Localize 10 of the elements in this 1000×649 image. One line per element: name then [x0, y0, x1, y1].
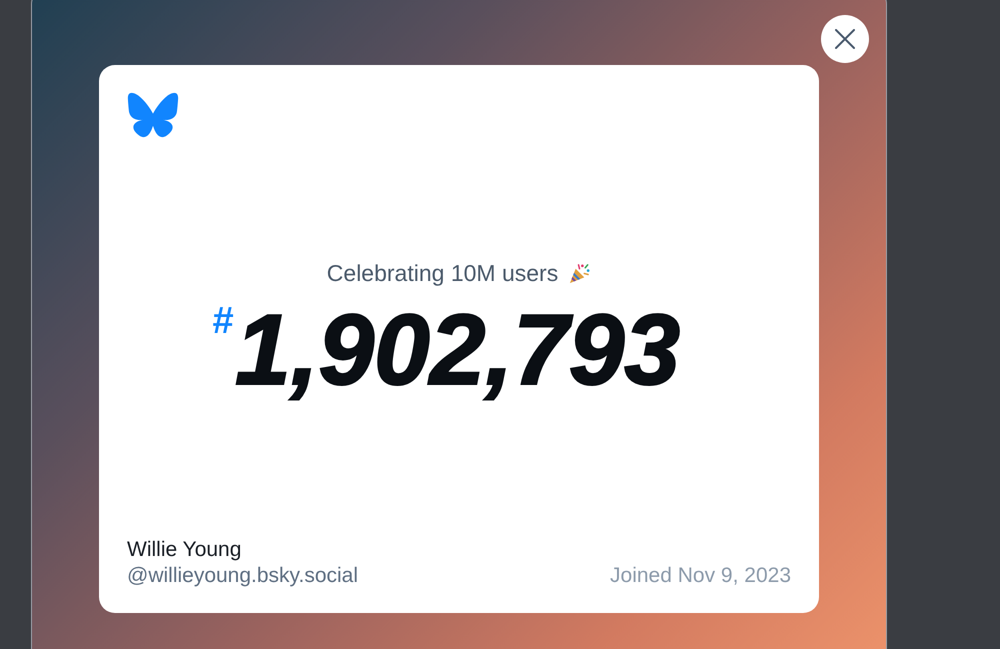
user-number: 1,902,793	[234, 300, 681, 408]
display-name: Willie Young	[127, 538, 242, 562]
celebration-subtitle: Celebrating 10M users	[326, 260, 558, 287]
close-icon	[835, 29, 855, 49]
butterfly-logo-icon	[127, 92, 179, 138]
number-prefix: #	[212, 306, 234, 336]
close-button[interactable]	[821, 15, 869, 63]
user-handle: @willieyoung.bsky.social	[127, 564, 358, 588]
joined-date: Joined Nov 9, 2023	[610, 564, 791, 588]
party-popper-icon	[568, 262, 592, 285]
